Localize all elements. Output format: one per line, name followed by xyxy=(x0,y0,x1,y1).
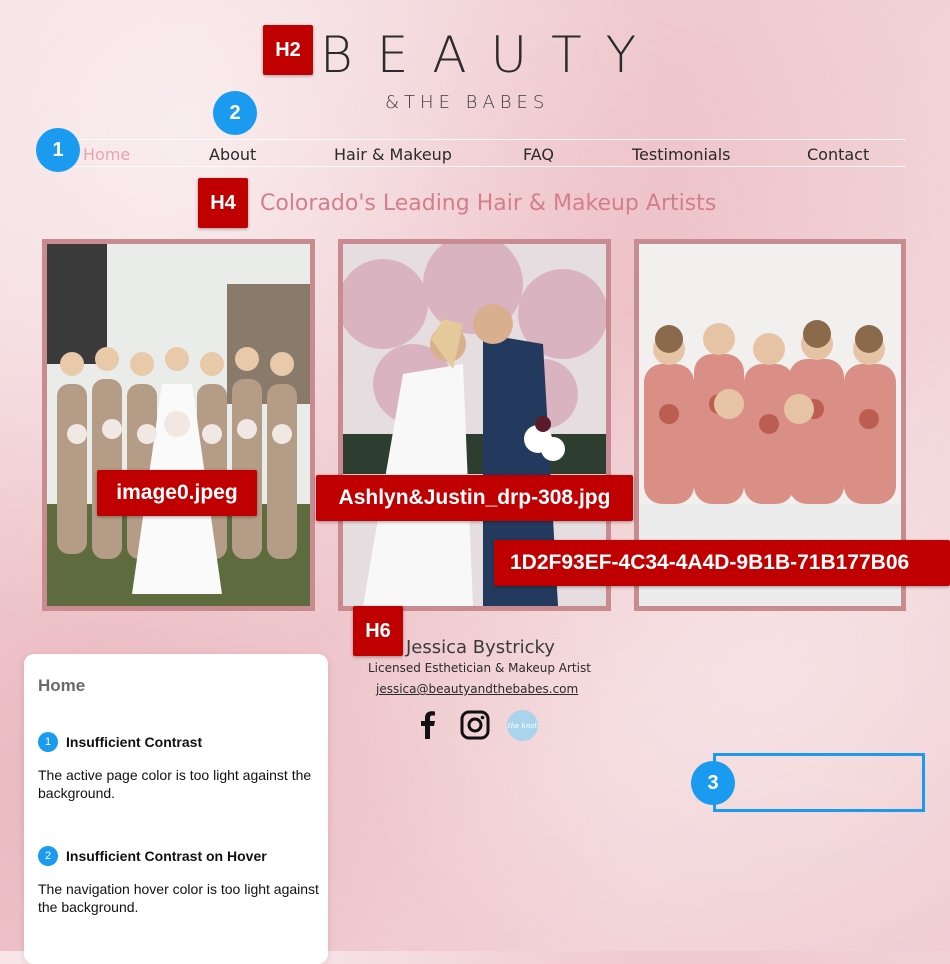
issue-number-2: 2 xyxy=(38,846,58,866)
photo-bridesmaids xyxy=(42,239,315,611)
filename-tag-1: image0.jpeg xyxy=(97,470,257,516)
issue-title-1[interactable]: Insufficient Contrast xyxy=(66,734,202,750)
issue-title-2[interactable]: Insufficient Contrast on Hover xyxy=(66,848,267,864)
issue-marker-2[interactable]: 2 xyxy=(213,91,257,135)
facebook-icon[interactable] xyxy=(414,711,440,739)
contact-title: Licensed Esthetician & Makeup Artist xyxy=(368,661,591,675)
main-navigation: Home About Hair & Makeup FAQ Testimonial… xyxy=(40,139,906,167)
nav-item-testimonials[interactable]: Testimonials xyxy=(632,145,731,164)
issue-marker-1[interactable]: 1 xyxy=(36,128,80,172)
nav-item-about[interactable]: About xyxy=(209,145,256,164)
page-tagline: Colorado's Leading Hair & Makeup Artists xyxy=(260,191,717,216)
issue-description-2: The navigation hover color is too light … xyxy=(38,881,319,915)
filename-tag-3: 1D2F93EF-4C34-4A4D-9B1B-71B177B06 xyxy=(494,540,950,586)
accessibility-issues-panel: Home 1 Insufficient Contrast The active … xyxy=(24,654,328,964)
issue-number-1: 1 xyxy=(38,732,58,752)
filename-tag-2: Ashlyn&Justin_drp-308.jpg xyxy=(316,475,633,521)
instagram-icon[interactable] xyxy=(460,710,490,740)
copyright-highlight: © 2021 by Jessica Bystricky xyxy=(713,753,925,812)
nav-item-hair-makeup[interactable]: Hair & Makeup xyxy=(334,145,452,164)
logo-beauty[interactable]: BEAUTY xyxy=(320,26,660,84)
contact-name: Jessica Bystricky xyxy=(406,637,555,658)
issue-description-1: The active page color is too light again… xyxy=(38,767,312,801)
h2-annotation-tag: H2 xyxy=(263,25,313,75)
issue-marker-3[interactable]: 3 xyxy=(691,761,735,805)
photo-bridesmaids-image xyxy=(47,244,310,606)
panel-title: Home xyxy=(38,676,86,695)
nav-item-home[interactable]: Home xyxy=(83,145,130,164)
the-knot-label: the knot xyxy=(507,721,538,730)
the-knot-icon[interactable]: the knot xyxy=(507,710,538,741)
copyright-text: © 2021 by Jessica Bystricky xyxy=(748,778,898,792)
h4-annotation-tag: H4 xyxy=(198,178,248,228)
contact-email-link[interactable]: jessica@beautyandthebabes.com xyxy=(376,682,578,696)
nav-item-contact[interactable]: Contact xyxy=(807,145,869,164)
h6-annotation-tag: H6 xyxy=(353,606,403,656)
logo-subtitle: &THE BABES xyxy=(385,92,550,113)
nav-item-faq[interactable]: FAQ xyxy=(523,145,554,164)
